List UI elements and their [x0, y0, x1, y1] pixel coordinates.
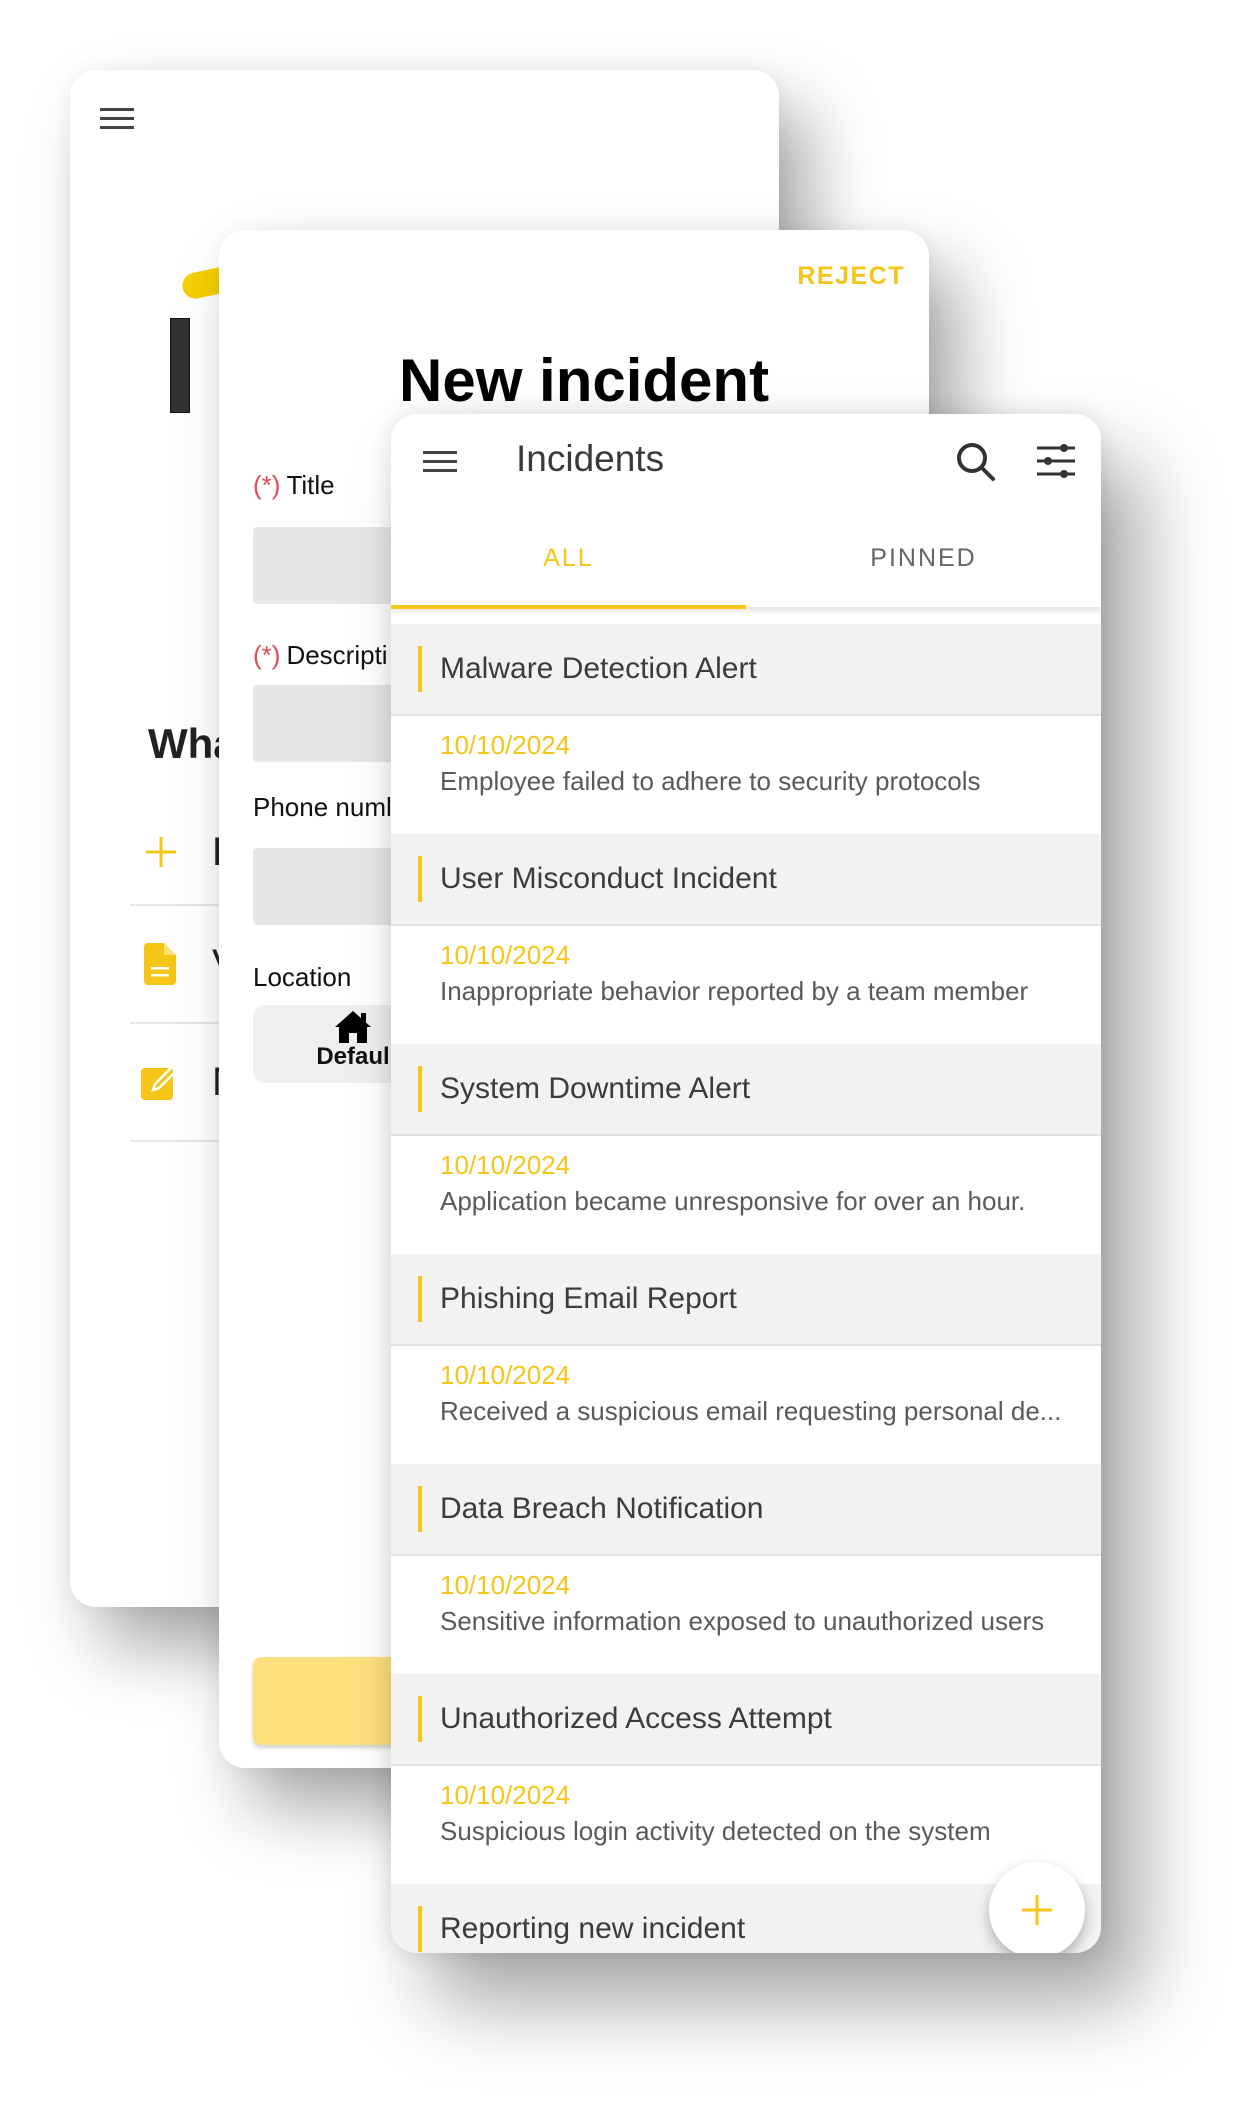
- title-field-label: (*) Title: [253, 470, 335, 501]
- tab-bar: ALL PINNED: [391, 509, 1101, 609]
- incident-item[interactable]: Malware Detection Alert 10/10/2024 Employ…: [391, 624, 1101, 834]
- accent-bar: [418, 1276, 422, 1322]
- search-icon[interactable]: [954, 440, 998, 484]
- incident-header[interactable]: Malware Detection Alert: [391, 624, 1101, 716]
- incident-body[interactable]: 10/10/2024 Sensitive information exposed …: [391, 1556, 1101, 1674]
- document-icon: [136, 939, 186, 989]
- incident-header[interactable]: User Misconduct Incident: [391, 834, 1101, 926]
- title-label-text: Title: [286, 470, 335, 500]
- incident-body[interactable]: 10/10/2024 Received a suspicious email re…: [391, 1346, 1101, 1464]
- incident-list: Malware Detection Alert 10/10/2024 Employ…: [391, 624, 1101, 1953]
- incident-header[interactable]: System Downtime Alert: [391, 1044, 1101, 1136]
- accent-bar: [418, 1066, 422, 1112]
- incident-title: User Misconduct Incident: [440, 862, 777, 895]
- app-bar: Incidents: [391, 414, 1101, 509]
- incident-item[interactable]: Unauthorized Access Attempt 10/10/2024 Su…: [391, 1674, 1101, 1884]
- incident-body[interactable]: 10/10/2024 Inappropriate behavior reporte…: [391, 926, 1101, 1044]
- incident-title: Phishing Email Report: [440, 1282, 737, 1315]
- incident-date: 10/10/2024: [440, 940, 571, 970]
- phone-field-label: Phone numl: [253, 792, 392, 822]
- incident-date: 10/10/2024: [440, 1360, 571, 1390]
- incident-date: 10/10/2024: [440, 730, 571, 760]
- required-marker: (*): [253, 640, 281, 670]
- incident-item[interactable]: System Downtime Alert 10/10/2024 Applicat…: [391, 1044, 1101, 1254]
- incident-description: Application became unresponsive for over…: [440, 1186, 1026, 1216]
- incident-title: Data Breach Notification: [440, 1492, 764, 1525]
- description-label-text: Descripti: [286, 640, 388, 670]
- incident-title: Unauthorized Access Attempt: [440, 1702, 832, 1735]
- incident-header[interactable]: Phishing Email Report: [391, 1254, 1101, 1346]
- incident-item[interactable]: Data Breach Notification 10/10/2024 Sensi…: [391, 1464, 1101, 1674]
- add-incident-fab[interactable]: [989, 1862, 1085, 1953]
- accent-bar: [418, 646, 422, 692]
- form-title: New incident: [399, 347, 770, 414]
- incident-item[interactable]: User Misconduct Incident 10/10/2024 Inapp…: [391, 834, 1101, 1044]
- incident-title: Malware Detection Alert: [440, 652, 757, 685]
- incident-body[interactable]: 10/10/2024 Employee failed to adhere to s…: [391, 716, 1101, 834]
- plus-icon: [1022, 1895, 1052, 1925]
- page-title: Incidents: [516, 438, 665, 479]
- tab-all[interactable]: ALL: [391, 509, 746, 609]
- accent-bar: [418, 856, 422, 902]
- incident-description: Received a suspicious email requesting p…: [440, 1396, 1062, 1426]
- reject-button[interactable]: REJECT: [797, 262, 905, 291]
- accent-bar: [418, 1486, 422, 1532]
- hamburger-menu-icon[interactable]: [100, 106, 134, 132]
- incident-date: 10/10/2024: [440, 1150, 571, 1180]
- incident-description: Suspicious login activity detected on th…: [440, 1816, 991, 1846]
- incident-body[interactable]: 10/10/2024 Suspicious login activity dete…: [391, 1766, 1101, 1884]
- hamburger-menu-icon[interactable]: [423, 449, 457, 475]
- edit-icon: [136, 1057, 186, 1107]
- accent-bar: [418, 1696, 422, 1742]
- incident-description: Sensitive information exposed to unautho…: [440, 1606, 1045, 1636]
- incident-description: Inappropriate behavior reported by a tea…: [440, 976, 1029, 1006]
- location-field-label: Location: [253, 962, 352, 992]
- incident-title: System Downtime Alert: [440, 1072, 751, 1105]
- description-field-label: (*) Descripti: [253, 640, 388, 671]
- incident-body[interactable]: 10/10/2024 Application became unresponsiv…: [391, 1136, 1101, 1254]
- accent-bar: [418, 1906, 422, 1952]
- filter-sliders-icon[interactable]: [1035, 440, 1077, 482]
- logo-bar: [170, 318, 190, 413]
- incident-description: Employee failed to adhere to security pr…: [440, 766, 981, 796]
- incident-item[interactable]: Phishing Email Report 10/10/2024 Received…: [391, 1254, 1101, 1464]
- home-icon: [335, 1011, 371, 1043]
- incidents-screen-card: Incidents ALL PINNED Malware Detection A…: [391, 414, 1101, 1953]
- incident-header[interactable]: Unauthorized Access Attempt: [391, 1674, 1101, 1766]
- incident-header[interactable]: Data Breach Notification: [391, 1464, 1101, 1556]
- plus-icon: [136, 827, 186, 877]
- incident-date: 10/10/2024: [440, 1780, 571, 1810]
- incident-date: 10/10/2024: [440, 1570, 571, 1600]
- incident-title: Reporting new incident: [440, 1912, 746, 1945]
- tab-pinned[interactable]: PINNED: [746, 509, 1101, 607]
- required-marker: (*): [253, 470, 281, 500]
